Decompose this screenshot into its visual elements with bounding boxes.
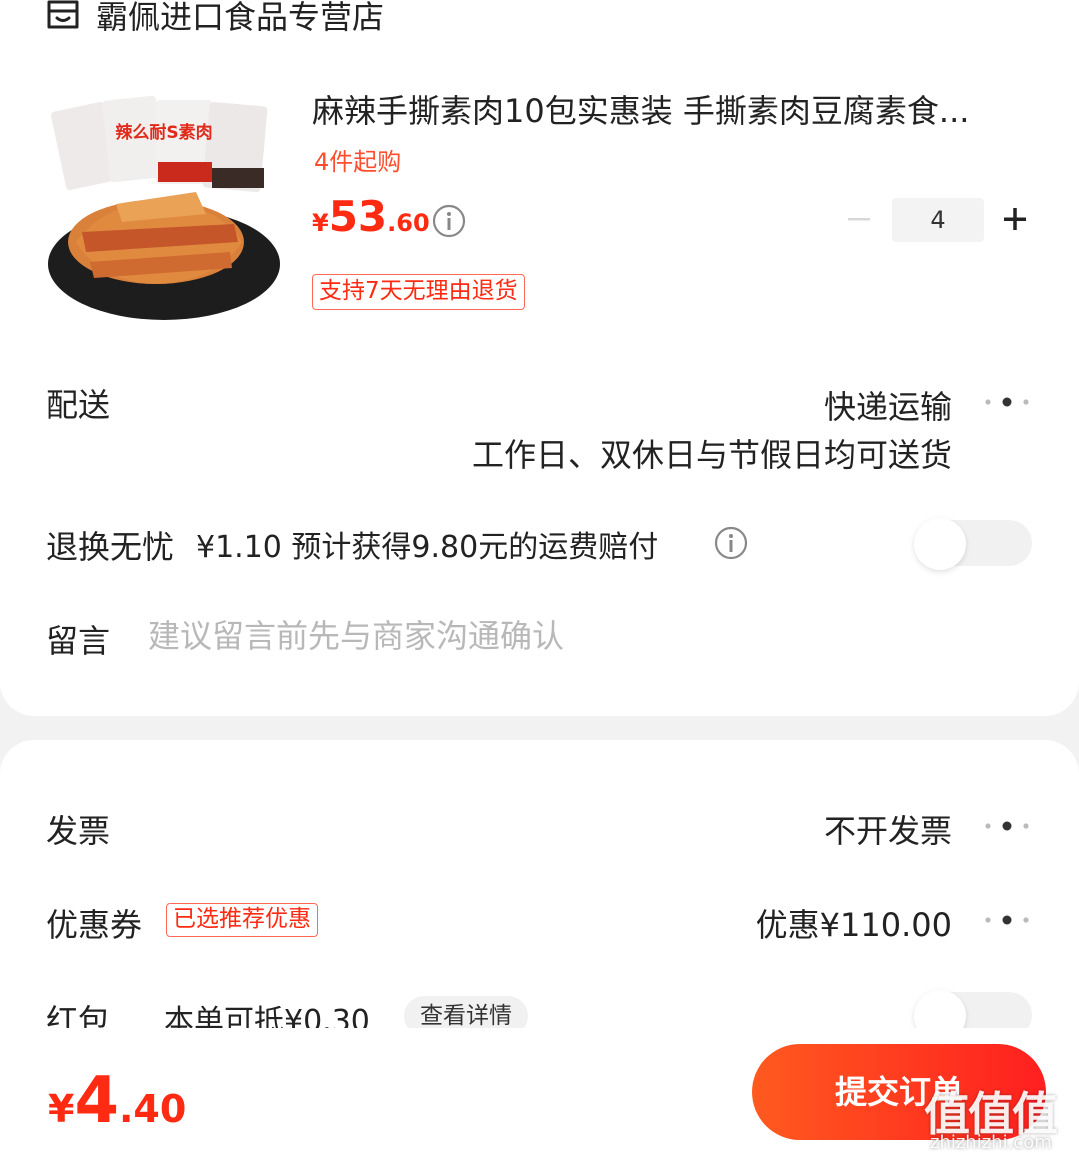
coupon-label: 优惠券 [46,906,143,944]
delivery-method[interactable]: 快递运输 [700,382,952,428]
shop-name[interactable]: 霸佩进口食品专营店 [96,0,384,38]
shop-icon [47,0,79,29]
more-dots-icon[interactable] [982,912,1032,928]
product-thumbnail[interactable]: 辣么耐S素肉 [46,92,286,324]
more-dots-icon[interactable] [982,394,1032,410]
quantity-stepper[interactable]: 4 [892,198,984,242]
info-icon[interactable] [432,204,466,238]
coupon-value[interactable]: 优惠¥110.00 [620,900,952,946]
return-insurance-toggle[interactable] [914,518,1032,570]
toggle-knob [914,518,966,570]
message-input[interactable] [148,612,968,660]
coupon-recommended-badge: 已选推荐优惠 [166,903,318,937]
delivery-label: 配送 [46,386,111,424]
invoice-label: 发票 [46,812,111,850]
invoice-value[interactable]: 不开发票 [700,806,952,852]
message-label: 留言 [46,622,111,660]
return-insurance-label: 退换无忧 [46,528,175,566]
total-price: ¥4.40 [48,1064,187,1138]
return-insurance-text: ¥1.10 预计获得9.80元的运费赔付 [196,530,659,565]
return-policy-badge: 支持7天无理由退货 [312,274,525,310]
more-dots-icon[interactable] [982,818,1032,834]
info-icon[interactable] [714,526,748,560]
product-price: ¥53.60 [312,192,430,241]
quantity-increase-button[interactable] [1000,204,1030,234]
watermark-url: zhizhizhi.com [930,1132,1052,1153]
min-purchase-label: 4件起购 [314,148,402,176]
product-title[interactable]: 麻辣手撕素肉10包实惠装 手撕素肉豆腐素食... [312,86,1028,132]
svg-text:辣么耐S素肉: 辣么耐S素肉 [115,122,212,143]
delivery-note: 工作日、双休日与节假日均可送货 [471,436,952,474]
quantity-decrease-button[interactable] [846,206,872,232]
